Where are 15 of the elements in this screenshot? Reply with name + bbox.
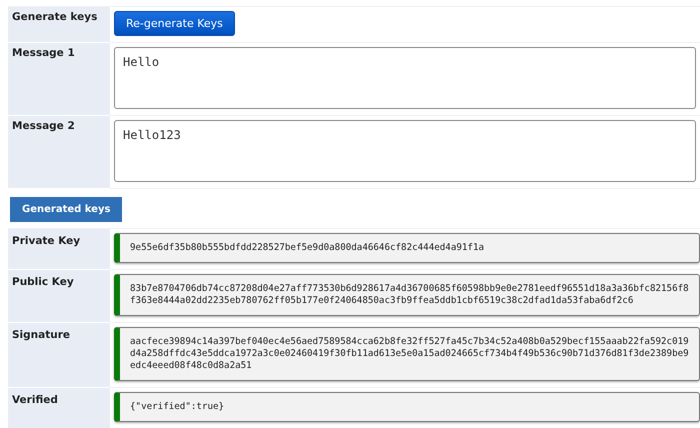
row-label: Message 2	[8, 116, 110, 189]
row-label: Signature	[8, 323, 110, 388]
output-field: {"verified":true}	[114, 392, 700, 422]
output-field: aacfece39894c14a397bef040ec4e56aed7589584cca62b8fe32ff527fa45c7b34c52a408b0a529becf155aaab22fa592c019d4a258dffdc43e5ddca1972a3c0e02460419f30fb11ad613e5e0a15ad024665cf734b4f49b536c90b71d376d81f3de2389be9edc4eeed08f48c0d8a2a51	[114, 327, 700, 381]
section-button[interactable]: Generated keys	[10, 197, 122, 222]
message-field[interactable]: Hello	[114, 47, 696, 109]
message-field[interactable]: Hello123	[114, 120, 696, 182]
output-field: 9e55e6df35b80b555bdfdd228527bef5e9d0a800da46646cf82c444ed4a91f1a	[114, 233, 700, 263]
row-label: Generate keys	[8, 7, 110, 43]
row-label: Private Key	[8, 229, 110, 270]
row-label: Verified	[8, 388, 110, 428]
output-field: 83b7e8704706db74cc87208d04e27aff773530b6d928617a4d36700685f60598bb9e0e2781eedf96551d18a3a36bfc82156f8f363e8444a02dd2235eb780762ff05b177e0f24064850ac3fb9ffea5ddb1cbf6519c38c2dfad1da53faba6df2c6	[114, 274, 700, 316]
row-label: Public Key	[8, 270, 110, 323]
row-label: Message 1	[8, 43, 110, 116]
regenerate-button[interactable]: Re-generate Keys	[114, 11, 235, 36]
